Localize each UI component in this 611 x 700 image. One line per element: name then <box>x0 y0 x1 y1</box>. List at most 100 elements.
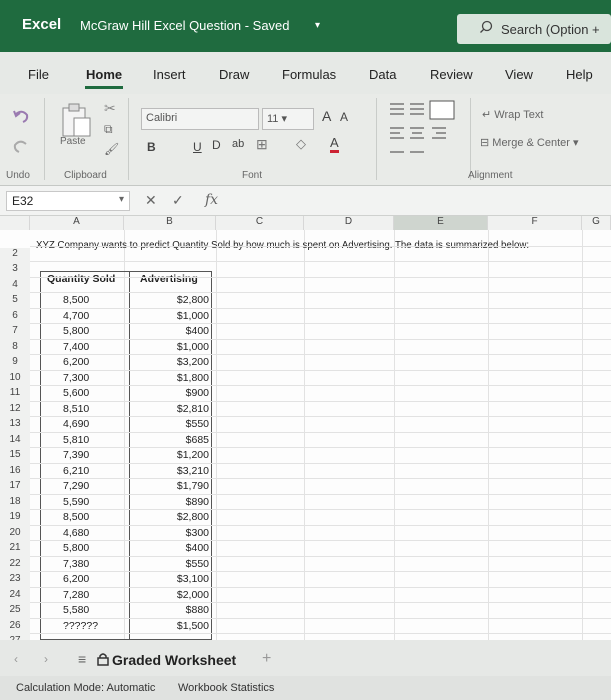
cell-advertising[interactable]: $1,500 <box>141 620 209 632</box>
chevron-down-icon[interactable]: ▾ <box>315 20 320 31</box>
tab-formulas[interactable]: Formulas <box>282 67 336 82</box>
borders-icon[interactable]: ⊞ <box>256 136 268 153</box>
cell-advertising[interactable]: $300 <box>141 527 209 539</box>
prev-sheet-icon[interactable]: ‹ <box>14 652 18 666</box>
row-header-12[interactable]: 12 <box>0 402 30 418</box>
cell-advertising[interactable]: $2,800 <box>141 511 209 523</box>
cell-advertising[interactable]: $1,800 <box>141 372 209 384</box>
cell-advertising[interactable]: $1,200 <box>141 449 209 461</box>
row-header-19[interactable]: 19 <box>0 511 30 527</box>
cell-quantity-sold[interactable]: 5,810 <box>63 434 89 446</box>
cell-quantity-sold[interactable]: ?????? <box>63 620 98 632</box>
subscript-icon[interactable]: ab <box>232 138 244 150</box>
row-header-9[interactable]: 9 <box>0 356 30 372</box>
cell-advertising[interactable]: $890 <box>141 496 209 508</box>
select-all-corner[interactable] <box>0 216 30 230</box>
font-size-select[interactable]: 11 ▾ <box>262 108 314 130</box>
column-header-b[interactable]: B <box>124 216 216 230</box>
row-header-14[interactable]: 14 <box>0 433 30 449</box>
cell-advertising[interactable]: $685 <box>141 434 209 446</box>
font-color-icon[interactable]: A <box>330 136 339 153</box>
add-sheet-button[interactable]: + <box>262 650 271 668</box>
row-header-22[interactable]: 22 <box>0 557 30 573</box>
cell-quantity-sold[interactable]: 6,200 <box>63 356 89 368</box>
row-header-21[interactable]: 21 <box>0 542 30 558</box>
cell-quantity-sold[interactable]: 8,510 <box>63 403 89 415</box>
tab-file[interactable]: File <box>28 67 49 82</box>
cell-advertising[interactable]: $400 <box>141 325 209 337</box>
tab-view[interactable]: View <box>505 67 533 82</box>
font-name-select[interactable]: Calibri <box>141 108 259 130</box>
cell-quantity-sold[interactable]: 7,390 <box>63 449 89 461</box>
row-header-10[interactable]: 10 <box>0 371 30 387</box>
cell-advertising[interactable]: $3,100 <box>141 573 209 585</box>
column-header-d[interactable]: D <box>304 216 394 230</box>
document-title[interactable]: McGraw Hill Excel Question - Saved <box>80 18 290 33</box>
column-header-g[interactable]: G <box>582 216 611 230</box>
strikethrough-icon[interactable]: D <box>212 138 221 152</box>
cell-advertising[interactable]: $1,790 <box>141 480 209 492</box>
copy-icon[interactable]: ⧉ <box>104 122 113 137</box>
cell-quantity-sold[interactable]: 7,400 <box>63 341 89 353</box>
cell-quantity-sold[interactable]: 7,280 <box>63 589 89 601</box>
cell-advertising[interactable]: $3,200 <box>141 356 209 368</box>
cell-quantity-sold[interactable]: 4,680 <box>63 527 89 539</box>
row-header-7[interactable]: 7 <box>0 325 30 341</box>
underline-button[interactable]: U <box>193 140 202 154</box>
column-header-e[interactable]: E <box>394 216 488 230</box>
cell-advertising[interactable]: $880 <box>141 604 209 616</box>
cell-quantity-sold[interactable]: 7,290 <box>63 480 89 492</box>
tab-help[interactable]: Help <box>566 67 593 82</box>
paste-icon[interactable] <box>60 102 92 138</box>
cell-advertising[interactable]: $550 <box>141 418 209 430</box>
redo-icon[interactable] <box>12 138 30 154</box>
cell-quantity-sold[interactable]: 5,590 <box>63 496 89 508</box>
row-header-25[interactable]: 25 <box>0 604 30 620</box>
insert-function-button[interactable]: fx <box>205 192 218 208</box>
row-header-6[interactable]: 6 <box>0 309 30 325</box>
cell-advertising[interactable]: $3,210 <box>141 465 209 477</box>
row-header-20[interactable]: 20 <box>0 526 30 542</box>
header-quantity-sold[interactable]: Quantity Sold <box>47 273 115 285</box>
cell-advertising[interactable]: $400 <box>141 542 209 554</box>
tab-review[interactable]: Review <box>430 67 473 82</box>
undo-icon[interactable] <box>12 108 30 124</box>
row-header-18[interactable]: 18 <box>0 495 30 511</box>
chevron-down-icon[interactable]: ▾ <box>119 194 124 205</box>
column-header-c[interactable]: C <box>216 216 304 230</box>
cut-icon[interactable]: ✂ <box>104 100 116 117</box>
cell-quantity-sold[interactable]: 7,300 <box>63 372 89 384</box>
increase-font-icon[interactable]: A <box>322 108 331 124</box>
row-header-2[interactable]: 2 <box>0 247 30 263</box>
cell-quantity-sold[interactable]: 4,690 <box>63 418 89 430</box>
format-painter-icon[interactable]: 🖌 <box>104 142 119 156</box>
cell-advertising[interactable]: $2,000 <box>141 589 209 601</box>
header-advertising[interactable]: Advertising <box>140 273 198 285</box>
cell-advertising[interactable]: $2,800 <box>141 294 209 306</box>
tab-home[interactable]: Home <box>86 67 122 82</box>
row-header-3[interactable]: 3 <box>0 263 30 279</box>
row-header-8[interactable]: 8 <box>0 340 30 356</box>
sheet-tab-graded-worksheet[interactable]: Graded Worksheet <box>112 652 236 668</box>
cell-quantity-sold[interactable]: 8,500 <box>63 511 89 523</box>
cell-quantity-sold[interactable]: 4,700 <box>63 310 89 322</box>
fill-color-icon[interactable]: ◇ <box>296 136 306 152</box>
cell-advertising[interactable]: $550 <box>141 558 209 570</box>
row-header-13[interactable]: 13 <box>0 418 30 434</box>
decrease-font-icon[interactable]: A <box>340 110 348 124</box>
row-header-5[interactable]: 5 <box>0 294 30 310</box>
enter-icon[interactable]: ✓ <box>172 192 184 209</box>
tab-insert[interactable]: Insert <box>153 67 186 82</box>
calculation-mode[interactable]: Calculation Mode: Automatic <box>16 682 155 694</box>
cell-quantity-sold[interactable]: 5,580 <box>63 604 89 616</box>
row-header-4[interactable]: 4 <box>0 278 30 294</box>
row-header-15[interactable]: 15 <box>0 449 30 465</box>
row-header-16[interactable]: 16 <box>0 464 30 480</box>
cell-quantity-sold[interactable]: 6,210 <box>63 465 89 477</box>
row-header-24[interactable]: 24 <box>0 588 30 604</box>
cell-quantity-sold[interactable]: 5,800 <box>63 325 89 337</box>
row-header-26[interactable]: 26 <box>0 619 30 635</box>
row-header-11[interactable]: 11 <box>0 387 30 403</box>
cell-quantity-sold[interactable]: 5,600 <box>63 387 89 399</box>
cell-quantity-sold[interactable]: 7,380 <box>63 558 89 570</box>
